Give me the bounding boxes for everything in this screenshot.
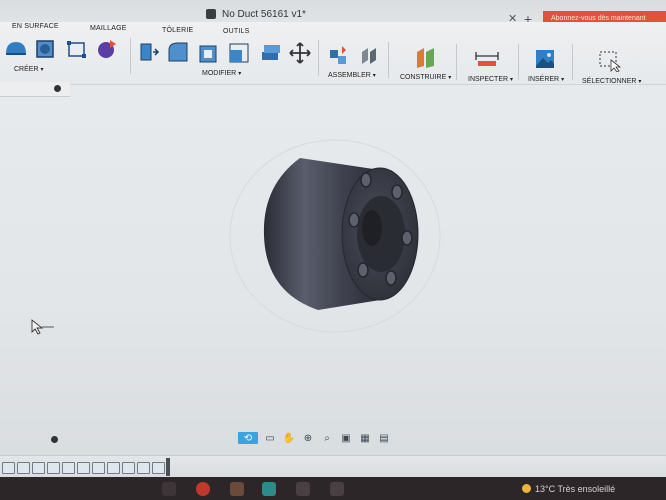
timeline-step[interactable] — [17, 462, 30, 474]
assemble-caret-icon: ▾ — [372, 73, 376, 79]
taskbar-app-icon[interactable] — [296, 482, 310, 496]
zoom-window-icon[interactable]: ⌕ — [320, 432, 334, 444]
timeline-step[interactable] — [47, 462, 60, 474]
zoom-icon[interactable]: ⊕ — [301, 432, 315, 444]
shell-icon[interactable] — [198, 42, 220, 64]
construct-menu[interactable]: CONSTRUIRE ▾ — [400, 74, 451, 81]
history-timeline[interactable] — [0, 455, 666, 478]
ribbon-toolbar: EN SURFACE MAILLAGE TÔLERIE OUTILS CRÉER… — [0, 22, 666, 85]
assemble-label: ASSEMBLER — [328, 72, 371, 79]
divider — [388, 42, 389, 78]
create-label: CRÉER — [14, 66, 39, 73]
comments-toggle-icon[interactable] — [51, 436, 58, 443]
new-component-icon[interactable] — [328, 44, 350, 66]
taskbar-app-icon[interactable] — [330, 482, 344, 496]
navigation-bar: ⟲ ▭ ✋ ⊕ ⌕ ▣ ▦ ▤ — [238, 430, 408, 446]
timeline-marker[interactable] — [166, 458, 170, 476]
measure-icon[interactable] — [474, 50, 500, 68]
offset-plane-icon[interactable] — [414, 46, 438, 70]
timeline-step[interactable] — [32, 462, 45, 474]
scale-icon[interactable] — [228, 42, 250, 64]
weather-text: Très ensoleillé — [557, 484, 616, 494]
press-pull-icon[interactable] — [138, 40, 160, 64]
timeline-step[interactable] — [77, 462, 90, 474]
sketch-icon[interactable] — [66, 40, 88, 60]
inspect-menu[interactable]: INSPECTER ▾ — [468, 76, 513, 83]
form-icon[interactable] — [96, 38, 120, 60]
select-label: SÉLECTIONNER — [582, 78, 637, 85]
select-caret-icon: ▾ — [638, 79, 642, 85]
construct-label: CONSTRUIRE — [400, 74, 447, 81]
timeline-step[interactable] — [62, 462, 75, 474]
document-tab[interactable]: No Duct 56161 v1* — [196, 4, 516, 24]
divider — [518, 44, 519, 80]
taskbar-app-icon[interactable] — [162, 482, 176, 496]
weather-temp: 13°C — [535, 484, 556, 494]
select-icon[interactable] — [598, 50, 622, 72]
box-icon[interactable] — [34, 38, 56, 60]
viewports-icon[interactable]: ▤ — [377, 432, 391, 444]
taskbar-app-icon[interactable] — [230, 482, 244, 496]
display-settings-icon[interactable]: ▣ — [339, 432, 353, 444]
insert-image-icon[interactable] — [534, 48, 556, 70]
divider — [572, 44, 573, 80]
combine-icon[interactable] — [260, 42, 282, 64]
browser-panel-header[interactable] — [0, 82, 70, 97]
browser-toggle-icon[interactable] — [54, 85, 61, 92]
divider — [130, 38, 131, 74]
sun-icon — [522, 484, 531, 493]
tab-surface[interactable]: EN SURFACE — [12, 23, 59, 30]
create-caret-icon: ▾ — [40, 67, 44, 73]
joint-icon[interactable] — [358, 46, 380, 66]
tab-sheet-metal[interactable]: TÔLERIE — [162, 27, 193, 34]
document-icon — [206, 9, 216, 19]
timeline-step[interactable] — [92, 462, 105, 474]
inspect-label: INSPECTER — [468, 76, 509, 83]
timeline-step[interactable] — [137, 462, 150, 474]
look-at-icon[interactable]: ▭ — [263, 432, 277, 444]
construct-caret-icon: ▾ — [448, 75, 452, 81]
timeline-step[interactable] — [152, 462, 165, 474]
modify-menu[interactable]: MODIFIER ▾ — [202, 70, 241, 77]
taskbar-browser-icon[interactable] — [196, 482, 210, 496]
timeline-step[interactable] — [122, 462, 135, 474]
insert-menu[interactable]: INSÉRER ▾ — [528, 76, 564, 83]
pan-icon[interactable]: ✋ — [282, 432, 296, 444]
fillet-icon[interactable] — [166, 40, 190, 64]
insert-caret-icon: ▾ — [561, 77, 565, 83]
insert-label: INSÉRER — [528, 76, 560, 83]
divider — [456, 44, 457, 80]
modify-label: MODIFIER — [202, 70, 237, 77]
modify-caret-icon: ▾ — [238, 71, 242, 77]
timeline-step[interactable] — [107, 462, 120, 474]
extrude-icon[interactable] — [4, 38, 28, 58]
model-view[interactable] — [0, 96, 666, 426]
weather-widget[interactable]: 13°C Très ensoleillé — [522, 484, 615, 494]
document-title: No Duct 56161 v1* — [222, 8, 306, 20]
mouse-cursor-icon — [31, 319, 54, 335]
taskbar-app-icon[interactable] — [262, 482, 276, 496]
inspect-caret-icon: ▾ — [510, 77, 514, 83]
duct-part-model[interactable] — [263, 158, 419, 310]
divider — [318, 40, 319, 76]
tab-tools[interactable]: OUTILS — [223, 28, 249, 35]
move-icon[interactable] — [289, 42, 311, 64]
orbit-icon[interactable]: ⟲ — [238, 432, 258, 444]
canvas-viewport[interactable] — [0, 96, 666, 426]
select-menu[interactable]: SÉLECTIONNER ▾ — [582, 78, 641, 85]
grid-settings-icon[interactable]: ▦ — [358, 432, 372, 444]
timeline-step[interactable] — [2, 462, 15, 474]
tab-mesh[interactable]: MAILLAGE — [90, 25, 127, 32]
create-menu[interactable]: CRÉER ▾ — [14, 66, 43, 73]
assemble-menu[interactable]: ASSEMBLER ▾ — [328, 72, 376, 79]
